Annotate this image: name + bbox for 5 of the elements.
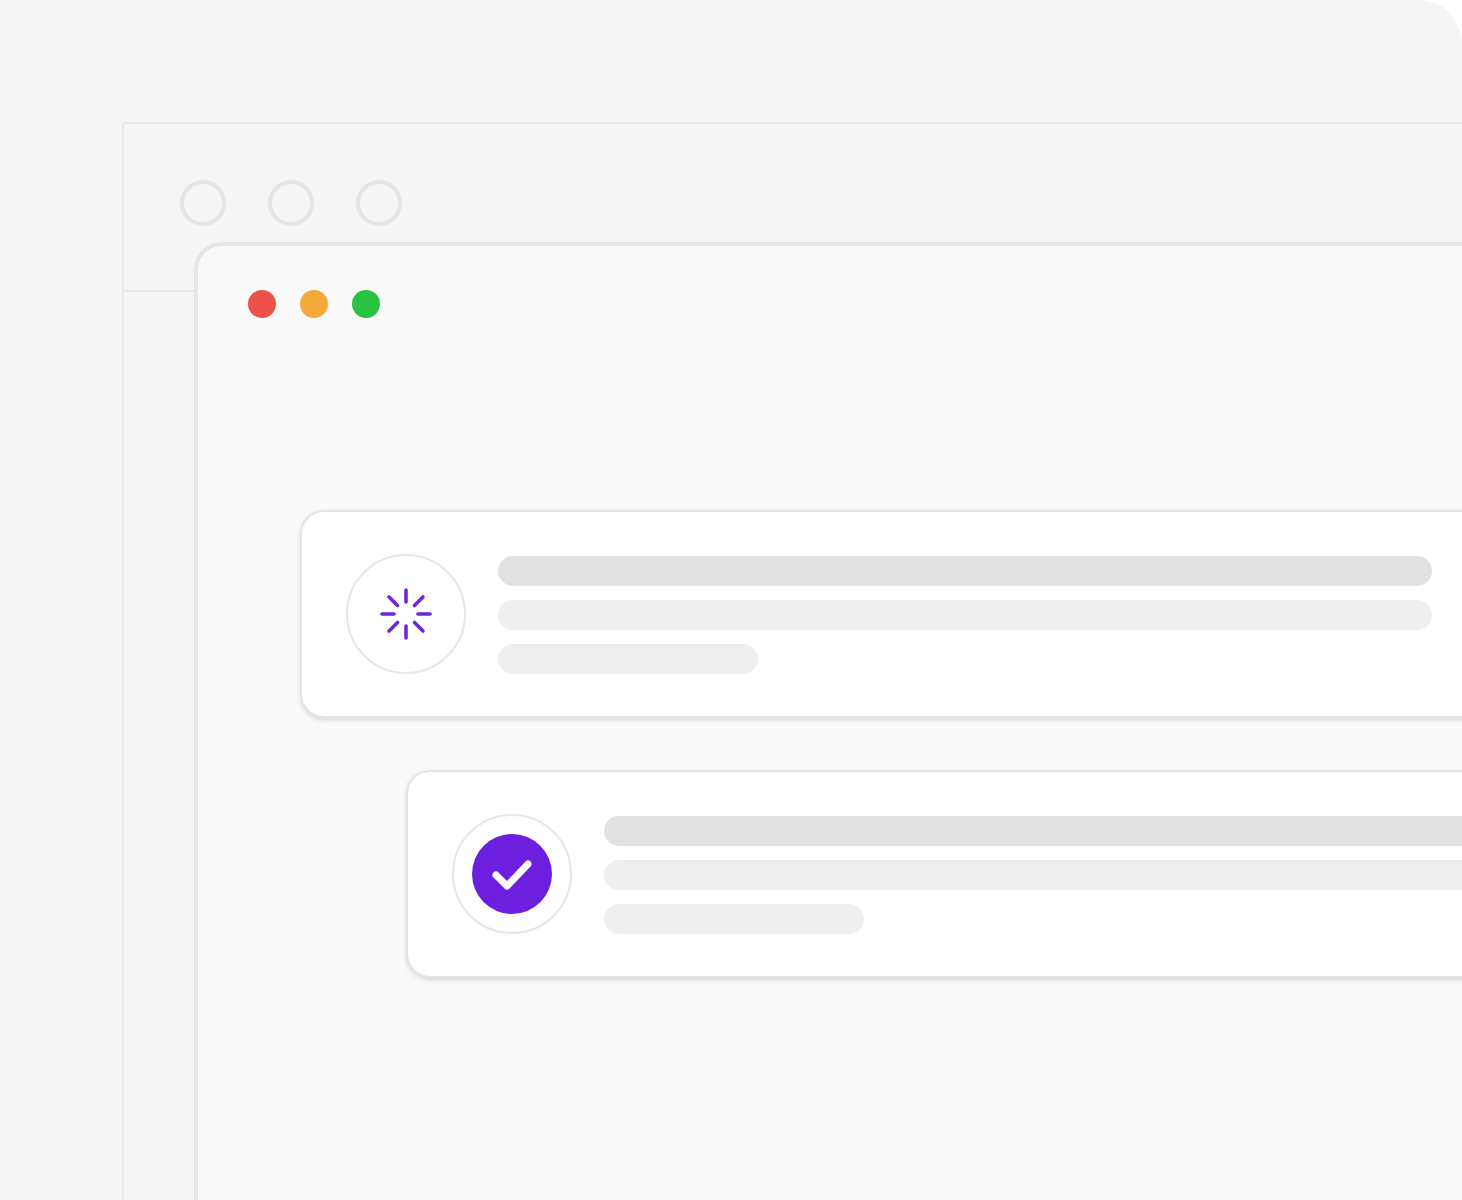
traffic-light[interactable] <box>300 290 328 318</box>
traffic-light[interactable] <box>248 290 276 318</box>
check-icon <box>472 834 552 914</box>
loading-spinner-icon <box>378 586 434 642</box>
traffic-light[interactable] <box>352 290 380 318</box>
